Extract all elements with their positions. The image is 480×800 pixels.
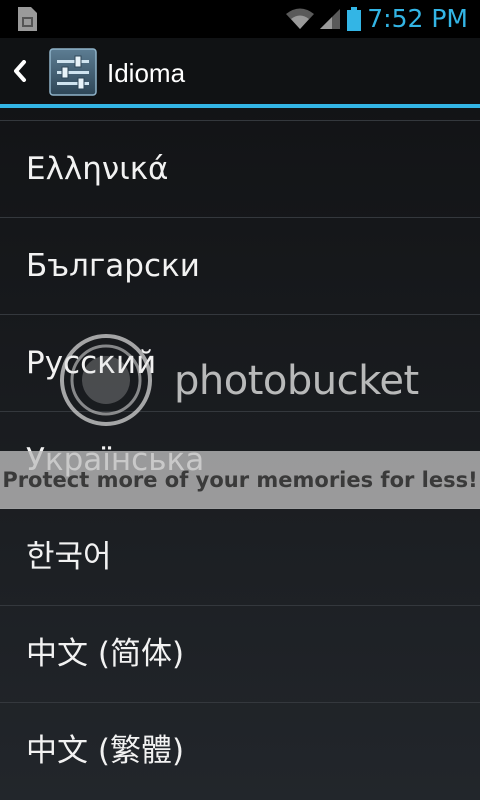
list-item[interactable]: Ελληνικά: [0, 121, 480, 218]
settings-app-icon: [49, 48, 97, 96]
screen: 7:52 PM Idioma Ελληνικά Български Русски…: [0, 0, 480, 800]
status-bar: 7:52 PM: [0, 0, 480, 38]
list-item-label: 中文 (繁體): [26, 733, 185, 769]
list-item[interactable]: 中文 (繁體): [0, 703, 480, 800]
action-bar: Idioma: [0, 38, 480, 108]
list-item[interactable]: Български: [0, 218, 480, 315]
list-item-label: 한국어: [26, 539, 112, 575]
list-item[interactable]: 中文 (简体): [0, 606, 480, 703]
wifi-icon: [286, 8, 315, 29]
up-navigation-button[interactable]: [6, 38, 106, 104]
list-item-label: Български: [26, 248, 200, 284]
list-item[interactable]: Русский: [0, 315, 480, 412]
watermark-banner: Protect more of your memories for less!: [0, 451, 480, 509]
back-icon: [14, 60, 26, 82]
status-icons: 7:52 PM: [285, 0, 468, 38]
sim-icon: [18, 7, 37, 31]
signal-icon: [320, 9, 341, 29]
list-item-label: 中文 (简体): [26, 636, 185, 672]
battery-icon: [347, 7, 362, 31]
clock: 7:52 PM: [367, 4, 468, 33]
list-item-label: Ελληνικά: [26, 151, 169, 187]
list-item[interactable]: 한국어: [0, 509, 480, 606]
list-item-label: Русский: [26, 345, 157, 381]
page-title: Idioma: [107, 58, 186, 88]
watermark-banner-text: Protect more of your memories for less!: [2, 468, 478, 492]
